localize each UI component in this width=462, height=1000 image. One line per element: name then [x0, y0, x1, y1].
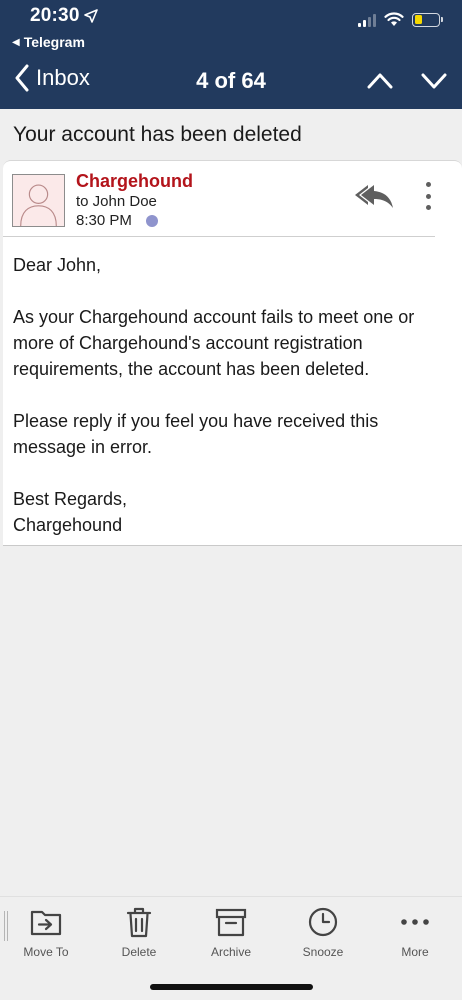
person-placeholder-icon — [20, 184, 57, 226]
reply-all-icon[interactable] — [355, 181, 395, 211]
snooze-button[interactable]: Snooze — [283, 905, 363, 965]
message-time: 8:30 PM — [76, 212, 132, 229]
status-indicators — [358, 12, 443, 27]
inbox-back-button[interactable]: Inbox — [14, 64, 90, 92]
email-subject: Your account has been deleted — [0, 109, 462, 161]
archive-label: Archive — [210, 945, 251, 959]
battery-level — [414, 15, 422, 24]
back-to-app-link[interactable]: ◀ Telegram — [12, 34, 85, 50]
move-to-button[interactable]: Move To — [6, 905, 86, 965]
move-to-folder-icon — [30, 910, 62, 936]
back-triangle-icon: ◀ — [12, 36, 20, 48]
home-indicator[interactable] — [150, 984, 313, 990]
unread-dot-icon — [145, 214, 158, 227]
next-message-button[interactable] — [420, 68, 448, 94]
message-time-row: 8:30 PM — [76, 212, 158, 229]
sender-name[interactable]: Chargehound — [76, 171, 193, 192]
more-dots-icon — [401, 919, 429, 925]
chevron-up-icon — [367, 73, 393, 89]
body-signoff: Best Regards, — [13, 489, 128, 509]
wifi-icon — [384, 12, 404, 26]
body-greeting: Dear John, — [13, 255, 102, 275]
message-nav-arrows — [366, 68, 448, 94]
more-button[interactable]: More — [375, 905, 455, 965]
chevron-left-icon — [15, 64, 29, 92]
previous-message-button[interactable] — [366, 68, 394, 94]
move-to-label: Move To — [23, 945, 69, 959]
body-paragraph: As your Chargehound account fails to mee… — [13, 307, 415, 379]
body-signature: Chargehound — [13, 515, 123, 535]
chevron-down-icon — [421, 73, 447, 89]
header-divider — [3, 236, 435, 237]
more-label: More — [401, 945, 429, 959]
delete-button[interactable]: Delete — [99, 905, 179, 965]
delete-label: Delete — [121, 945, 157, 959]
back-app-label: Telegram — [23, 34, 85, 50]
message-card: Chargehound to John Doe 8:30 PM Dear Joh… — [3, 160, 462, 546]
trash-icon — [126, 907, 152, 938]
archive-box-icon — [215, 908, 247, 937]
more-options-icon[interactable] — [417, 179, 439, 213]
top-header: 20:30 ◀ Telegram Inbox 4 of 64 — [0, 0, 462, 109]
clock-icon — [308, 907, 338, 937]
recipient-line: to John Doe — [76, 193, 157, 210]
location-arrow-icon — [83, 9, 98, 23]
inbox-back-label: Inbox — [36, 65, 90, 90]
cellular-signal-icon — [358, 13, 376, 27]
body-paragraph: Please reply if you feel you have receiv… — [13, 411, 379, 457]
battery-icon — [412, 12, 443, 27]
archive-button[interactable]: Archive — [191, 905, 271, 965]
message-body: Dear John, As your Chargehound account f… — [13, 252, 443, 538]
snooze-label: Snooze — [302, 945, 344, 959]
status-time-label: 20:30 — [30, 5, 80, 26]
sender-avatar[interactable] — [12, 174, 65, 227]
status-time: 20:30 — [30, 5, 98, 27]
